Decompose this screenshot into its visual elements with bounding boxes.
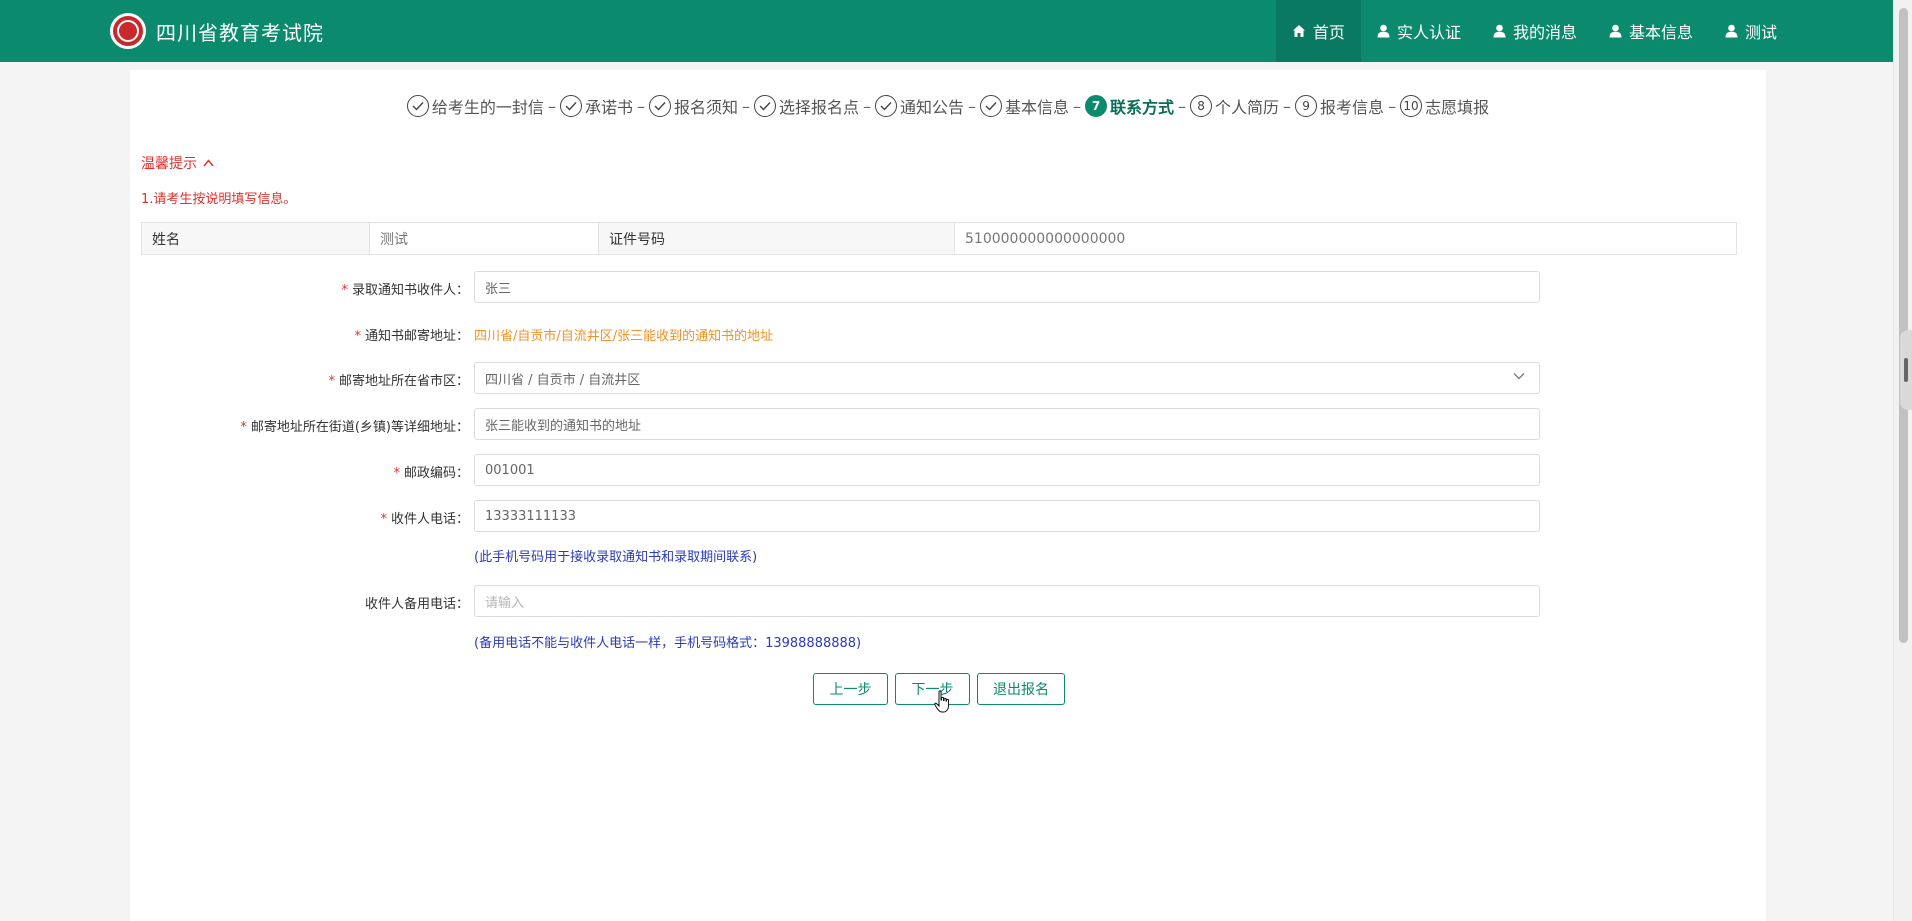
nav-label: 我的消息 <box>1512 23 1577 42</box>
backup-phone-label: 收件人备用电话： <box>364 597 469 612</box>
chevron-up-icon <box>203 159 214 167</box>
check-icon <box>648 95 671 117</box>
region-value: 四川省 / 自贡市 / 自流井区 <box>485 372 641 388</box>
nav-home[interactable]: 首页 <box>1275 0 1361 62</box>
required-mark: * <box>328 374 335 389</box>
check-icon <box>559 95 582 117</box>
phone-label: 收件人电话： <box>390 512 469 527</box>
region-label: 邮寄地址所在省市区： <box>338 374 469 389</box>
nav-real-name-auth[interactable]: 实人认证 <box>1361 0 1477 62</box>
tips-title: 温馨提示 <box>141 156 197 172</box>
step-number: 8 <box>1190 95 1213 117</box>
required-mark: * <box>380 512 387 527</box>
step-pledge[interactable]: 承诺书 <box>559 94 633 118</box>
step-number: 10 <box>1400 95 1423 117</box>
user-icon <box>1725 24 1738 38</box>
id-value: 510000000000000000 <box>965 230 1126 247</box>
nav-label: 测试 <box>1744 23 1777 42</box>
next-button[interactable]: 下一步 <box>895 673 970 705</box>
recipient-input[interactable]: 张三 <box>474 271 1540 303</box>
main-card: 给考生的一封信 – 承诺书 – 报名须知 – 选择报名点 – 通知公告 – 基本… <box>130 70 1766 921</box>
progress-steps: 给考生的一封信 – 承诺书 – 报名须知 – 选择报名点 – 通知公告 – 基本… <box>130 94 1766 118</box>
required-mark: * <box>354 329 361 344</box>
chevron-down-icon <box>1513 372 1525 380</box>
step-number: 9 <box>1295 95 1318 117</box>
nav-messages[interactable]: 我的消息 <box>1477 0 1593 62</box>
detail-address-label: 邮寄地址所在街道(乡镇)等详细地址： <box>250 420 469 435</box>
nav-basic-info[interactable]: 基本信息 <box>1593 0 1709 62</box>
tips-toggle[interactable]: 温馨提示 <box>141 153 214 173</box>
mail-address-label: 通知书邮寄地址： <box>364 329 469 344</box>
nav-label: 基本信息 <box>1628 23 1693 42</box>
required-mark: * <box>341 283 348 298</box>
scrollbar-thumb[interactable] <box>1899 8 1908 643</box>
step-exam-info[interactable]: 9 报考信息 <box>1295 94 1384 118</box>
name-label: 姓名 <box>142 223 370 254</box>
nav-label: 实人认证 <box>1396 23 1461 42</box>
check-icon <box>874 95 897 117</box>
name-value: 测试 <box>370 223 599 254</box>
step-letter[interactable]: 给考生的一封信 <box>406 94 544 118</box>
backup-phone-hint: (备用电话不能与收件人电话一样，手机号码格式：13988888888) <box>474 636 862 651</box>
candidate-info-table: 姓名 测试 证件号码 510000000000000000 <box>141 222 1737 255</box>
hand-cursor-icon <box>934 690 952 718</box>
id-label: 证件号码 <box>599 223 955 254</box>
check-icon <box>406 95 429 117</box>
nav-label: 首页 <box>1312 23 1345 42</box>
check-icon <box>980 95 1002 117</box>
brand[interactable]: 四川省教育考试院 <box>110 13 324 49</box>
institute-logo <box>110 13 146 49</box>
nav-user-test[interactable]: 测试 <box>1709 0 1793 62</box>
required-mark: * <box>393 466 400 481</box>
quit-button[interactable]: 退出报名 <box>977 673 1065 705</box>
step-basic-info[interactable]: 基本信息 <box>980 94 1069 118</box>
top-header: 四川省教育考试院 首页 实人认证 我的消息 基本信息 测试 <box>0 0 1893 62</box>
step-notice[interactable]: 报名须知 <box>648 94 738 118</box>
top-nav: 首页 实人认证 我的消息 基本信息 测试 <box>1275 0 1793 62</box>
step-number: 7 <box>1085 95 1108 117</box>
backup-phone-input[interactable]: 请输入 <box>474 585 1540 617</box>
phone-input[interactable]: 13333111133 <box>474 500 1540 532</box>
mail-address-value: 四川省/自贡市/自流井区/张三能收到的通知书的地址 <box>474 329 774 344</box>
recipient-label: 录取通知书收件人： <box>351 283 469 298</box>
prev-button[interactable]: 上一步 <box>813 673 888 705</box>
check-icon <box>753 95 776 117</box>
required-mark: * <box>240 420 247 435</box>
site-name: 四川省教育考试院 <box>156 20 324 45</box>
user-icon <box>1377 24 1390 38</box>
page-scrollbar[interactable] <box>1893 0 1912 921</box>
step-resume[interactable]: 8 个人简历 <box>1190 94 1279 118</box>
user-icon <box>1493 24 1506 38</box>
tips-text: 1.请考生按说明填写信息。 <box>141 192 297 207</box>
region-select[interactable]: 四川省 / 自贡市 / 自流井区 <box>474 362 1540 394</box>
detail-address-input[interactable]: 张三能收到的通知书的地址 <box>474 408 1540 440</box>
postcode-input[interactable]: 001001 <box>474 454 1540 486</box>
side-drawer-handle[interactable] <box>1900 330 1912 410</box>
phone-hint: (此手机号码用于接收录取通知书和录取期间联系) <box>474 550 758 565</box>
home-icon <box>1292 24 1306 38</box>
step-announcement[interactable]: 通知公告 <box>874 94 964 118</box>
step-preferences[interactable]: 10 志愿填报 <box>1400 94 1489 118</box>
postcode-label: 邮政编码： <box>403 466 469 481</box>
user-icon <box>1609 24 1622 38</box>
step-select-site[interactable]: 选择报名点 <box>753 94 859 118</box>
step-contact[interactable]: 7 联系方式 <box>1085 94 1174 118</box>
